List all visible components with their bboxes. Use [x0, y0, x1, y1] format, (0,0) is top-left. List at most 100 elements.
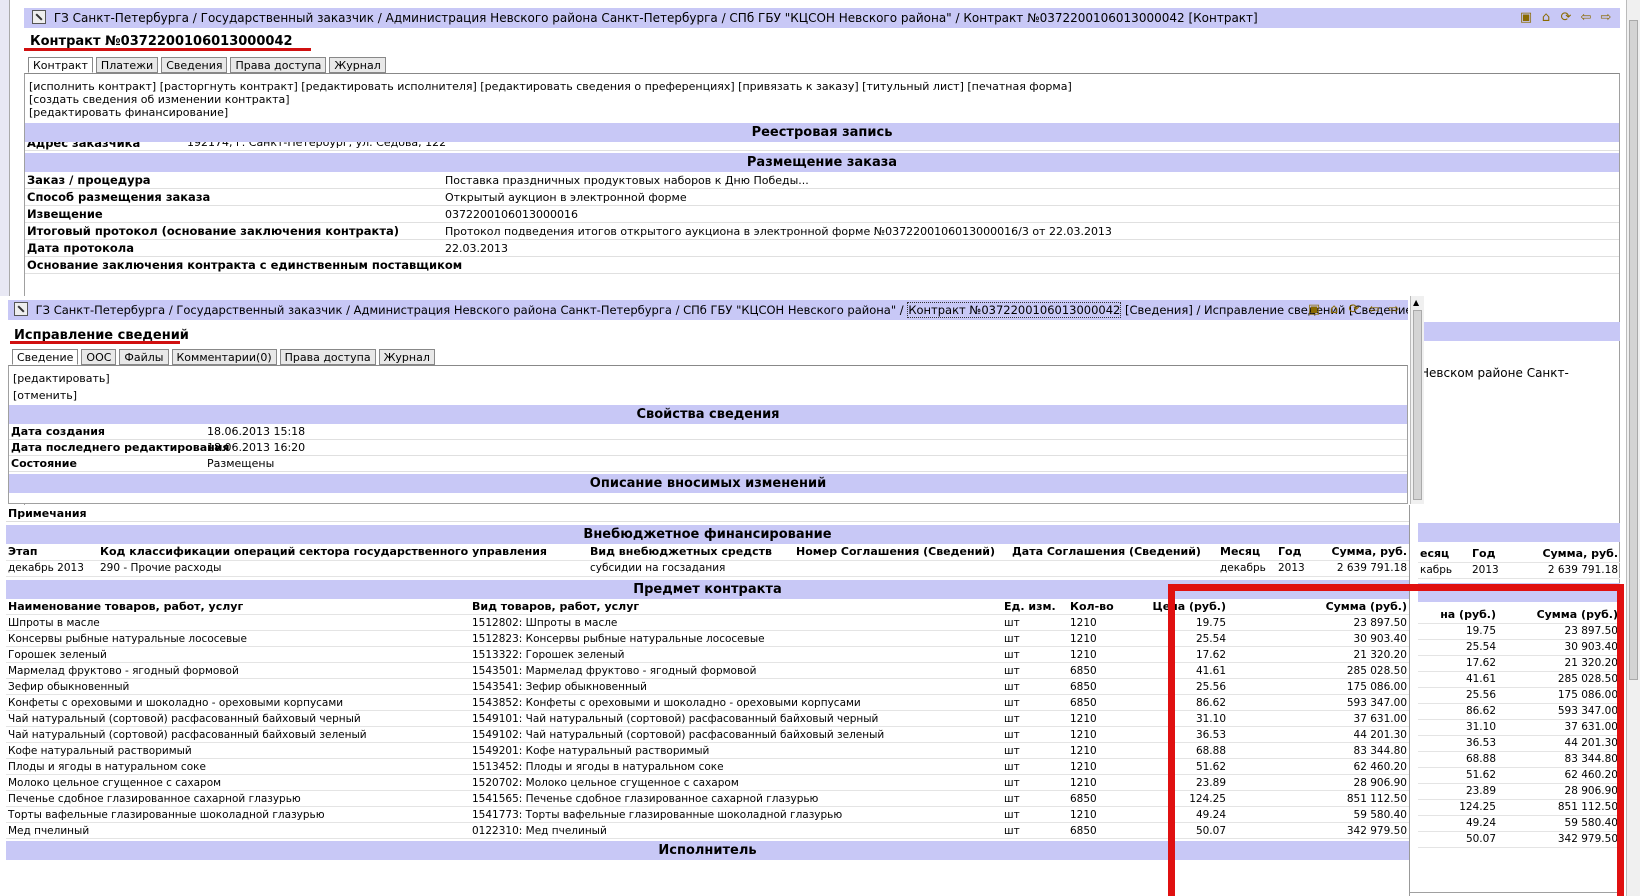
gz-logo-icon [32, 10, 46, 24]
home-icon[interactable]: ⌂ [1538, 10, 1554, 26]
placement-label: Итоговый протокол (основание заключения … [27, 224, 400, 238]
notes-row: Примечания [6, 505, 1409, 522]
goods-cell: 1512802: Шпроты в масле [470, 614, 1002, 631]
fin-cell: субсидии на госзадания [588, 560, 794, 577]
refresh-icon[interactable]: ⟳ [1346, 302, 1362, 318]
tab-payments[interactable]: Платежи [95, 57, 159, 73]
fin-sum-header: Сумма, руб. [1524, 546, 1620, 563]
back-action-line-3[interactable]: [редактировать финансирование] [29, 106, 1615, 119]
goods-cell: 1543541: Зефир обыкновенный [470, 678, 1002, 695]
notes-label: Примечания [8, 507, 87, 520]
back-action-line-1[interactable]: [исполнить контракт] [расторгнуть контра… [29, 80, 1615, 93]
goods-cell: Плоды и ягоды в натуральном соке [6, 758, 470, 775]
back-scrollbar[interactable] [1626, 0, 1640, 896]
prop-value: 18.06.2013 16:20 [207, 441, 306, 454]
back-action-line-2[interactable]: [создать сведения об изменении контракта… [29, 93, 1615, 106]
front-breadcrumb-bar: ГЗ Санкт-Петербурга / Государственный за… [8, 300, 1408, 320]
fin-cell [794, 560, 1010, 577]
tab-contract[interactable]: Контракт [28, 57, 93, 73]
front-actions: [редактировать] [отменить] [9, 366, 1407, 404]
goods-cell: 1549102: Чай натуральный (сортовой) расф… [470, 726, 1002, 743]
goods-cell: шт [1002, 630, 1068, 647]
goods-cell: Шпроты в масле [6, 614, 470, 631]
tab-record[interactable]: Сведение [12, 349, 79, 365]
forward-arrow-icon[interactable]: ⇨ [1386, 302, 1402, 318]
highlight-frame [1168, 584, 1624, 896]
back-breadcrumb[interactable]: ГЗ Санкт-Петербурга / Государственный за… [54, 11, 1258, 25]
fin-cell: 2 639 791.18 [1322, 560, 1409, 577]
goods-cell: 1210 [1068, 726, 1128, 743]
goods-cell: шт [1002, 678, 1068, 695]
fin-sum-cell: 2 639 791.18 [1524, 562, 1620, 579]
goods-cell: 1210 [1068, 710, 1128, 727]
front-scrollbar[interactable]: ▲ [1410, 296, 1424, 504]
goods-cell: шт [1002, 694, 1068, 711]
goods-cell: 6850 [1068, 822, 1128, 839]
left-edge [0, 0, 10, 300]
back-arrow-icon[interactable]: ⇦ [1366, 302, 1382, 318]
goods-cell: 1210 [1068, 630, 1128, 647]
cancel-link[interactable]: [отменить] [13, 389, 1403, 402]
tab-access-rights-front[interactable]: Права доступа [279, 349, 376, 365]
tab-journal[interactable]: Журнал [329, 57, 386, 73]
goods-cell: Чай натуральный (сортовой) расфасованный… [6, 726, 470, 743]
edit-link[interactable]: [редактировать] [13, 372, 1403, 385]
tab-journal-front[interactable]: Журнал [378, 349, 435, 365]
goods-cell: Мед пчелиный [6, 822, 470, 839]
home-icon[interactable]: ⌂ [1326, 302, 1342, 318]
prop-label: Дата создания [11, 425, 105, 438]
back-arrow-icon[interactable]: ⇦ [1578, 10, 1594, 26]
front-breadcrumb-link[interactable]: Контракт №0372200106013000042 [907, 302, 1122, 318]
section-registry: Реестровая запись [25, 123, 1619, 142]
fin-header: Сумма, руб. [1322, 544, 1409, 561]
front-scrollbar-up-icon[interactable]: ▲ [1413, 298, 1419, 307]
goods-cell: шт [1002, 726, 1068, 743]
goods-cell: 1210 [1068, 742, 1128, 759]
goods-cell: шт [1002, 646, 1068, 663]
fin-header: Год [1276, 544, 1322, 561]
folder-icon[interactable]: ▣ [1518, 10, 1534, 26]
front-breadcrumb-prefix[interactable]: ГЗ Санкт-Петербурга / Государственный за… [36, 303, 908, 317]
goods-cell: шт [1002, 774, 1068, 791]
placement-row: Способ размещения заказа Открытый аукцион… [25, 189, 1619, 206]
goods-cell: 1210 [1068, 758, 1128, 775]
fin-cell [1010, 560, 1218, 577]
forward-arrow-icon[interactable]: ⇨ [1598, 10, 1614, 26]
tab-oos[interactable]: ООС [81, 349, 117, 365]
fin-year-cell: 2013 [1470, 562, 1524, 579]
placement-row: Извещение 0372200106013000016 [25, 206, 1619, 223]
placement-value: 0372200106013000016 [445, 208, 578, 221]
back-scrollbar-thumb[interactable] [1629, 20, 1638, 680]
address-value: 192174, г. Санкт-Петербург, ул. Седова, … [187, 142, 447, 149]
goods-cell: Чай натуральный (сортовой) расфасованный… [6, 710, 470, 727]
tab-comments[interactable]: Комментарии(0) [171, 349, 277, 365]
fin-month-cell-partial: кабрь [1418, 562, 1470, 579]
goods-cell: 0122310: Мед пчелиный [470, 822, 1002, 839]
tab-info[interactable]: Сведения [161, 57, 228, 73]
section-placement: Размещение заказа [25, 153, 1619, 172]
refresh-icon[interactable]: ⟳ [1558, 10, 1574, 26]
section-record-properties: Свойства сведения [9, 405, 1407, 424]
fin-header: Номер Соглашения (Сведений) [794, 544, 1010, 561]
fin-header: Этап [6, 544, 98, 561]
tab-files[interactable]: Файлы [119, 349, 169, 365]
goods-cell: 1513452: Плоды и ягоды в натуральном сок… [470, 758, 1002, 775]
goods-cell: Конфеты с ореховыми и шоколадно - орехов… [6, 694, 470, 711]
placement-value: Поставка праздничных продуктовых наборов… [445, 174, 809, 187]
prop-label: Состояние [11, 457, 77, 470]
fin-header: Месяц [1218, 544, 1276, 561]
goods-cell: 1549101: Чай натуральный (сортовой) расф… [470, 710, 1002, 727]
fin-header: Вид внебюджетных средств [588, 544, 794, 561]
front-scrollbar-thumb[interactable] [1413, 310, 1422, 500]
back-right-fin-table: есяц Год Сумма, руб. кабрь 2013 2 639 79… [1418, 546, 1620, 579]
tab-access-rights[interactable]: Права доступа [230, 57, 327, 73]
goods-cell: Горошек зеленый [6, 646, 470, 663]
goods-cell: 1512823: Консервы рыбные натуральные лос… [470, 630, 1002, 647]
goods-cell: 1210 [1068, 774, 1128, 791]
goods-cell: шт [1002, 806, 1068, 823]
prop-value: 18.06.2013 15:18 [207, 425, 306, 438]
folder-icon[interactable]: ▣ [1306, 302, 1322, 318]
section-changes: Описание вносимых изменений [9, 474, 1407, 493]
goods-cell: Консервы рыбные натуральные лососевые [6, 630, 470, 647]
placement-row: Дата протокола 22.03.2013 [25, 240, 1619, 257]
